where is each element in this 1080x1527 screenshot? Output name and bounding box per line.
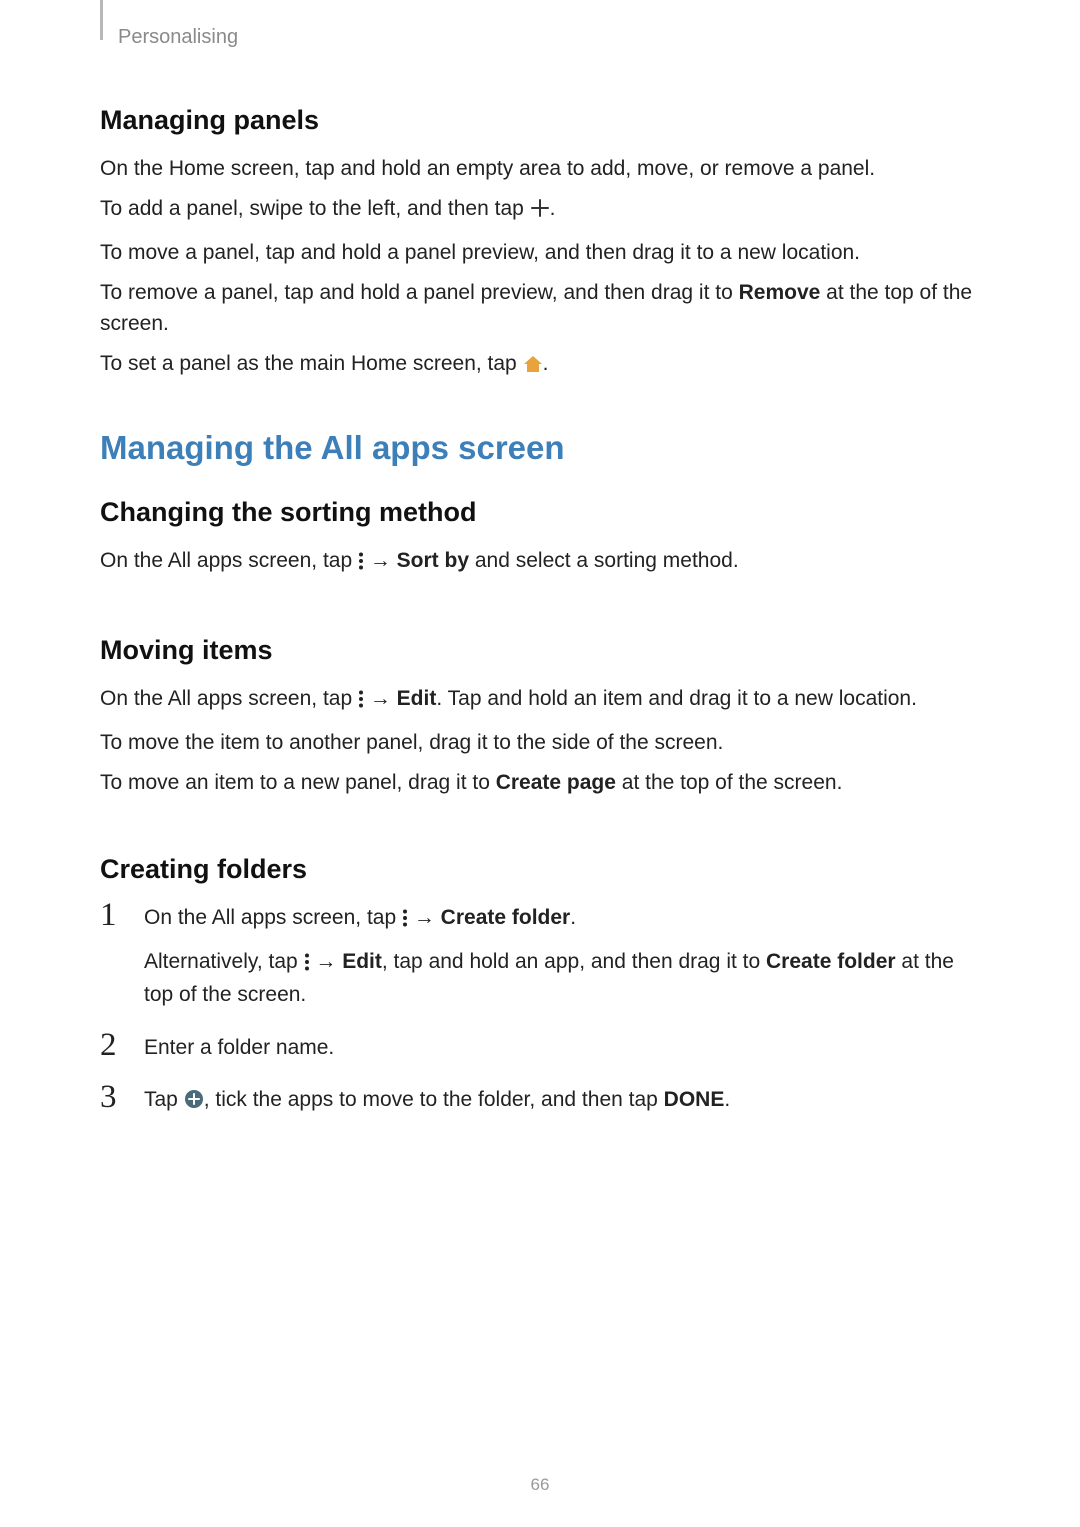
paragraph: Enter a folder name. (144, 1033, 980, 1063)
paragraph: Alternatively, tap → Edit, tap and hold … (144, 947, 980, 1011)
heading-creating-folders: Creating folders (100, 854, 980, 885)
paragraph: To set a panel as the main Home screen, … (100, 349, 980, 382)
arrow: → (364, 549, 397, 572)
text: . (570, 906, 576, 929)
heading-moving-items: Moving items (100, 635, 980, 666)
arrow: → (310, 950, 343, 973)
paragraph: On the All apps screen, tap → Create fol… (144, 903, 980, 936)
paragraph: Tap , tick the apps to move to the folde… (144, 1085, 980, 1118)
text: , tap and hold an app, and then drag it … (382, 950, 766, 973)
text: To add a panel, swipe to the left, and t… (100, 197, 530, 220)
text: On the All apps screen, tap (100, 687, 358, 710)
paragraph: To remove a panel, tap and hold a panel … (100, 278, 980, 339)
bold-create-folder: Create folder (441, 906, 571, 929)
text: , tick the apps to move to the folder, a… (204, 1088, 664, 1111)
heading-managing-panels: Managing panels (100, 105, 980, 136)
step-1: On the All apps screen, tap → Create fol… (100, 903, 980, 1010)
step-2: Enter a folder name. (100, 1033, 980, 1063)
page-number: 66 (0, 1475, 1080, 1495)
home-icon (523, 352, 543, 382)
arrow: → (408, 906, 441, 929)
text: To move an item to a new panel, drag it … (100, 771, 496, 794)
text: . (550, 197, 556, 220)
bold-remove: Remove (739, 281, 821, 304)
bold-done: DONE (664, 1088, 725, 1111)
text: and select a sorting method. (469, 549, 739, 572)
paragraph: To move a panel, tap and hold a panel pr… (100, 238, 980, 268)
bold-edit: Edit (397, 687, 437, 710)
step-3: Tap , tick the apps to move to the folde… (100, 1085, 980, 1118)
steps-list: On the All apps screen, tap → Create fol… (100, 903, 980, 1118)
text: To set a panel as the main Home screen, … (100, 352, 523, 375)
plus-icon (530, 197, 550, 227)
paragraph: On the All apps screen, tap → Edit. Tap … (100, 684, 980, 717)
section-label: Personalising (118, 26, 980, 49)
paragraph: On the All apps screen, tap → Sort by an… (100, 546, 980, 579)
text: at the top of the screen. (616, 771, 842, 794)
bold-edit: Edit (342, 950, 382, 973)
paragraph: On the Home screen, tap and hold an empt… (100, 154, 980, 184)
paragraph: To add a panel, swipe to the left, and t… (100, 194, 980, 227)
text: To remove a panel, tap and hold a panel … (100, 281, 739, 304)
add-circle-icon (184, 1088, 204, 1118)
paragraph: To move the item to another panel, drag … (100, 728, 980, 758)
text: . (543, 352, 549, 375)
text: Alternatively, tap (144, 950, 304, 973)
arrow: → (364, 687, 397, 710)
text: . (724, 1088, 730, 1111)
header-rule (100, 0, 103, 40)
bold-create-folder: Create folder (766, 950, 896, 973)
paragraph: To move an item to a new panel, drag it … (100, 768, 980, 798)
bold-sort-by: Sort by (397, 549, 469, 572)
bold-create-page: Create page (496, 771, 616, 794)
text: On the All apps screen, tap (100, 549, 358, 572)
heading-changing-sorting: Changing the sorting method (100, 497, 980, 528)
heading-managing-all-apps: Managing the All apps screen (100, 429, 980, 467)
text: Tap (144, 1088, 184, 1111)
text: On the All apps screen, tap (144, 906, 402, 929)
text: . Tap and hold an item and drag it to a … (436, 687, 917, 710)
